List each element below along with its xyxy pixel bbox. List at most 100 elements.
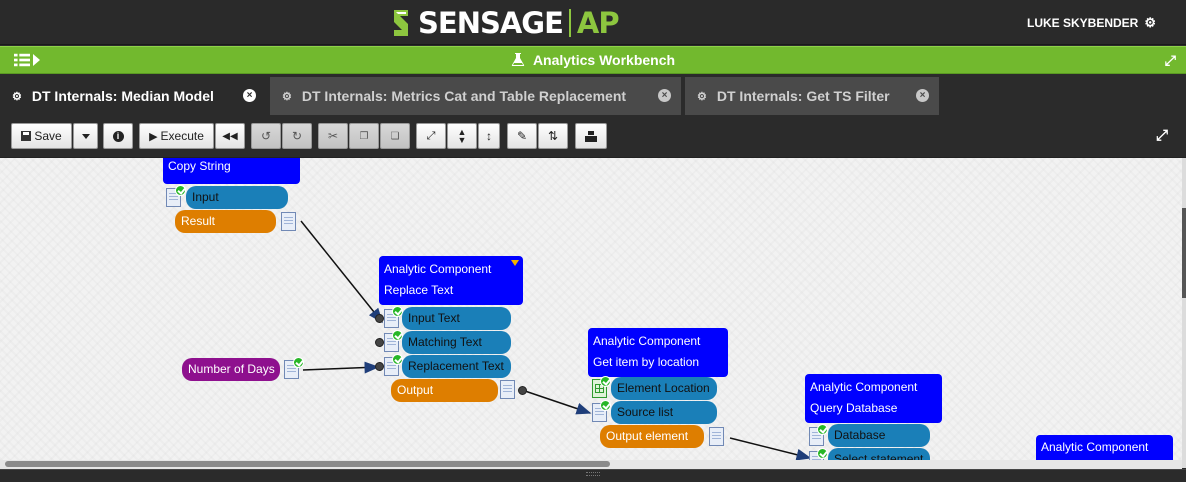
brand-logo: SENSAGE AP [390,6,620,40]
warning-triangle-icon [511,260,519,266]
tab-get-ts-filter[interactable]: ⚙ DT Internals: Get TS Filter × [685,77,941,115]
print-icon [585,130,597,142]
wire-output-element-to-select [729,437,812,461]
sensage-logo-icon [394,10,408,36]
parameter-number-of-days[interactable]: Number of Days [182,358,280,381]
check-icon [600,400,611,411]
vertical-scrollbar[interactable] [1182,158,1186,468]
tab-median-model[interactable]: ⚙ DT Internals: Median Model × [0,77,268,115]
print-button[interactable] [575,123,607,149]
bottom-panel-bar [0,469,1186,482]
vertical-arrow-icon: ↕ [486,129,492,143]
node-type: Analytic Component [810,380,918,394]
node-type: Analytic Component [593,334,701,348]
paste-button[interactable]: ❏ [380,123,410,149]
node-title: Copy String [168,159,231,173]
redo-icon: ↻ [291,129,303,143]
workbench-bar: Analytics Workbench ⤢ [0,46,1186,74]
paste-icon: ❏ [390,130,400,142]
port-replacement-text[interactable]: Replacement Text [402,355,511,378]
execute-button[interactable]: ▶ Execute [139,123,214,149]
port-element-location[interactable]: Element Location [611,377,717,400]
horizontal-scrollbar[interactable] [0,460,1182,469]
workflow-canvas[interactable]: Copy String Input Result Analytic Compon… [0,158,1182,468]
tab-strip: ⚙ DT Internals: Median Model × ⚙ DT Inte… [0,75,1186,115]
cut-icon: ✂ [327,129,339,143]
copy-button[interactable]: ❐ [349,123,379,149]
user-menu[interactable]: LUKE SKYBENDER ⚙ [1027,15,1156,31]
cogs-icon: ⚙ [697,90,707,103]
connector-dot[interactable] [375,314,384,323]
dropdown-caret-icon [81,133,90,139]
connector-dot[interactable] [375,362,384,371]
expand-icon[interactable]: ⤢ [1165,52,1176,69]
close-icon[interactable]: × [916,89,929,102]
port-input-text[interactable]: Input Text [402,307,511,330]
save-button[interactable]: Save [11,123,72,149]
swap-button[interactable]: ⇅ [538,123,568,149]
connector-dot[interactable] [375,338,384,347]
connector-dot[interactable] [518,386,527,395]
cogs-icon: ⚙ [282,90,292,103]
node-copy-string-header[interactable]: Copy String [163,158,300,184]
save-icon [21,131,32,141]
rewind-button[interactable]: ◀◀ [215,123,245,149]
gear-icon[interactable]: ⚙ [1144,15,1156,31]
info-icon: i [112,130,124,142]
undo-button[interactable]: ↺ [251,123,281,149]
edit-icon: ✎ [516,129,528,143]
flask-icon [511,53,525,66]
check-icon [600,376,611,387]
port-output-element[interactable]: Output element [600,425,704,448]
tab-metrics-cat[interactable]: ⚙ DT Internals: Metrics Cat and Table Re… [270,77,683,115]
wire-result-to-input-text [300,220,383,324]
node-get-item-header[interactable]: Analytic Component Get item by location [588,328,728,377]
node-title: Replace Text [384,283,454,297]
resize-grip-icon[interactable] [586,472,600,476]
vertical-expand-button[interactable]: ▲ ▼ [447,123,477,149]
node-type: Analytic Component [1041,440,1149,454]
check-icon [175,185,186,196]
edit-button[interactable]: ✎ [507,123,537,149]
workbench-title: Analytics Workbench [0,52,1186,68]
port-source-list[interactable]: Source list [611,401,717,424]
vertical-arrow-button[interactable]: ↕ [478,123,500,149]
node-title: Query Database [810,401,898,415]
fullscreen-icon[interactable]: ⤢ [1156,127,1168,144]
port-input[interactable]: Input [186,186,288,209]
tab-label: DT Internals: Median Model [31,88,214,104]
node-type: Analytic Component [384,262,492,276]
document-stack-icon [500,380,515,399]
execute-label: Execute [160,129,204,143]
info-button[interactable]: i [103,123,133,149]
tab-label: DT Internals: Get TS Filter [716,88,890,104]
vertical-scroll-thumb[interactable] [1182,208,1186,298]
brand-name: SENSAGE [418,6,564,40]
shrink-button[interactable]: ⤢ [416,123,446,149]
node-replace-text-header[interactable]: Analytic Component Replace Text [379,256,523,305]
document-icon [709,427,724,446]
wire-days-to-replacement-text [302,361,380,374]
check-icon [817,424,828,435]
node-title: Get item by location [593,355,700,369]
undo-icon: ↺ [260,129,272,143]
save-label: Save [34,129,62,143]
brand-separator [568,9,571,37]
user-name: LUKE SKYBENDER [1026,16,1139,30]
close-icon[interactable]: × [243,89,256,102]
port-output[interactable]: Output [391,379,498,402]
close-icon[interactable]: × [658,89,671,102]
node-query-database-header[interactable]: Analytic Component Query Database [805,374,942,423]
port-database[interactable]: Database [828,424,930,447]
port-matching-text[interactable]: Matching Text [402,331,511,354]
cut-button[interactable]: ✂ [318,123,348,149]
copy-icon: ❐ [359,130,369,142]
swap-icon: ⇅ [547,129,559,143]
port-result[interactable]: Result [175,210,276,233]
redo-button[interactable]: ↻ [282,123,312,149]
editor-toolbar: Save i ▶ Execute ◀◀ ↺ ↻ ✂ ❐ ❏ ⤢ ▲ ▼ ↕ ✎ ⇅ [0,115,1186,158]
horizontal-scroll-thumb[interactable] [5,461,610,467]
brand-suffix: AP [576,6,620,40]
save-options-button[interactable] [73,123,98,149]
tab-label: DT Internals: Metrics Cat and Table Repl… [301,88,627,104]
